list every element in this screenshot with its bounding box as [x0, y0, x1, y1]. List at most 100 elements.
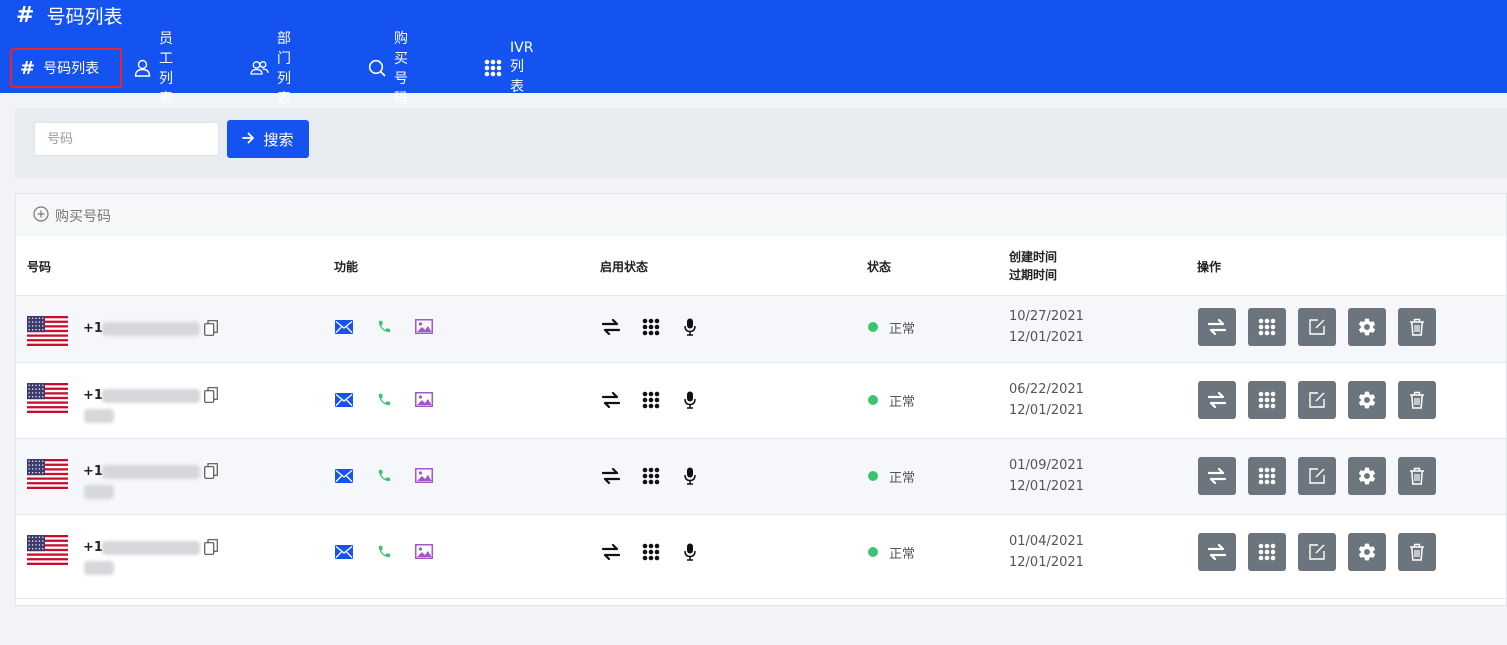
panel-header: 购买号码	[16, 194, 1506, 236]
search-button[interactable]: 搜索	[227, 120, 309, 158]
us-flag-icon	[27, 459, 68, 490]
ivr-button[interactable]	[1248, 457, 1286, 495]
status-text: 正常	[889, 395, 916, 410]
swap-icon	[602, 544, 620, 560]
trash-icon	[1409, 467, 1425, 485]
swap-icon	[602, 319, 620, 335]
edit-icon	[1308, 467, 1326, 485]
settings-button[interactable]	[1348, 457, 1386, 495]
microphone-icon	[684, 391, 696, 409]
hash-icon: #	[16, 2, 35, 28]
status-text: 正常	[889, 471, 916, 486]
redacted-number	[84, 485, 114, 499]
tab-ivr-list[interactable]: IVR列表	[484, 40, 533, 95]
us-flag-icon	[27, 535, 68, 566]
table-row: +1 正常 10/27/2021 12/01/2021	[16, 296, 1506, 363]
tab-department-list[interactable]: 部门列表	[250, 31, 291, 107]
transfer-button[interactable]	[1198, 308, 1236, 346]
redacted-number	[102, 322, 200, 336]
search-bar: 搜索	[15, 108, 1507, 178]
dialpad-icon	[1258, 467, 1276, 485]
ivr-button[interactable]	[1248, 533, 1286, 571]
redacted-number	[102, 541, 200, 555]
ivr-button[interactable]	[1248, 381, 1286, 419]
tab-label: IVR列表	[510, 40, 534, 95]
date-cell: 10/27/2021 12/01/2021	[1009, 306, 1084, 348]
swap-icon	[602, 468, 620, 484]
edit-icon	[1308, 391, 1326, 409]
gear-icon	[1357, 466, 1377, 486]
redacted-number	[84, 561, 114, 575]
swap-icon	[602, 392, 620, 408]
us-flag-icon	[27, 316, 68, 347]
delete-button[interactable]	[1398, 308, 1436, 346]
image-icon	[415, 392, 433, 407]
phone-prefix: +1	[83, 388, 103, 403]
phone-prefix: +1	[83, 540, 103, 555]
page-title-text: 号码列表	[46, 5, 123, 28]
edit-button[interactable]	[1298, 308, 1336, 346]
ivr-button[interactable]	[1248, 308, 1286, 346]
delete-button[interactable]	[1398, 381, 1436, 419]
number-search-input[interactable]	[34, 122, 219, 156]
gear-icon	[1357, 390, 1377, 410]
gear-icon	[1357, 317, 1377, 337]
column-dates: 创建时间 过期时间	[1009, 236, 1057, 296]
dialpad-icon	[1258, 543, 1276, 561]
column-number: 号码	[27, 259, 52, 274]
tab-label: 员工列表	[159, 31, 173, 107]
delete-button[interactable]	[1398, 533, 1436, 571]
tab-staff-list[interactable]: 员工列表	[134, 31, 173, 107]
edit-button[interactable]	[1298, 457, 1336, 495]
copy-icon[interactable]	[204, 539, 218, 559]
gear-icon	[1357, 542, 1377, 562]
status-text: 正常	[889, 322, 916, 337]
copy-icon[interactable]	[204, 387, 218, 407]
dialpad-icon	[642, 391, 660, 409]
arrow-right-icon	[242, 130, 255, 148]
column-enabled-status: 启用状态	[600, 259, 649, 274]
tab-number-list[interactable]: # 号码列表	[10, 48, 122, 88]
phone-icon	[377, 392, 392, 407]
plus-circle-icon	[33, 206, 49, 226]
buy-number-link[interactable]: 购买号码	[33, 206, 111, 226]
swap-icon	[1208, 468, 1226, 484]
redacted-number	[102, 465, 200, 479]
created-date: 01/09/2021	[1009, 458, 1084, 473]
settings-button[interactable]	[1348, 533, 1386, 571]
edit-button[interactable]	[1298, 533, 1336, 571]
image-icon	[415, 468, 433, 483]
users-icon	[250, 60, 269, 76]
status-text: 正常	[889, 547, 916, 562]
transfer-button[interactable]	[1198, 457, 1236, 495]
settings-button[interactable]	[1348, 381, 1386, 419]
copy-icon[interactable]	[204, 463, 218, 483]
column-actions: 操作	[1197, 259, 1222, 274]
table-row: +1 正常 01/09/2021 12/01/2021	[16, 439, 1506, 515]
transfer-button[interactable]	[1198, 381, 1236, 419]
column-function: 功能	[334, 259, 359, 274]
settings-button[interactable]	[1348, 308, 1386, 346]
top-header: # 号码列表 # 号码列表 员工列表 部门列表 购买号码 IVR列表	[0, 0, 1507, 107]
microphone-icon	[684, 318, 696, 336]
redacted-number	[84, 409, 114, 423]
table-header: 号码 功能 启用状态 状态 创建时间 过期时间 操作	[16, 236, 1506, 296]
status-dot	[868, 547, 878, 557]
status-dot	[868, 322, 878, 332]
edit-button[interactable]	[1298, 381, 1336, 419]
swap-icon	[1208, 319, 1226, 335]
expire-date: 12/01/2021	[1009, 555, 1084, 570]
mail-icon	[335, 469, 353, 483]
dialpad-icon	[642, 467, 660, 485]
transfer-button[interactable]	[1198, 533, 1236, 571]
expire-date: 12/01/2021	[1009, 479, 1084, 494]
column-created-time: 创建时间	[1009, 250, 1058, 264]
copy-icon[interactable]	[204, 320, 218, 340]
created-date: 06/22/2021	[1009, 382, 1084, 397]
user-icon	[134, 59, 151, 77]
tab-buy-number[interactable]: 购买号码	[368, 31, 408, 107]
status-dot	[868, 395, 878, 405]
mail-icon	[335, 320, 353, 334]
delete-button[interactable]	[1398, 457, 1436, 495]
phone-prefix: +1	[83, 464, 103, 479]
